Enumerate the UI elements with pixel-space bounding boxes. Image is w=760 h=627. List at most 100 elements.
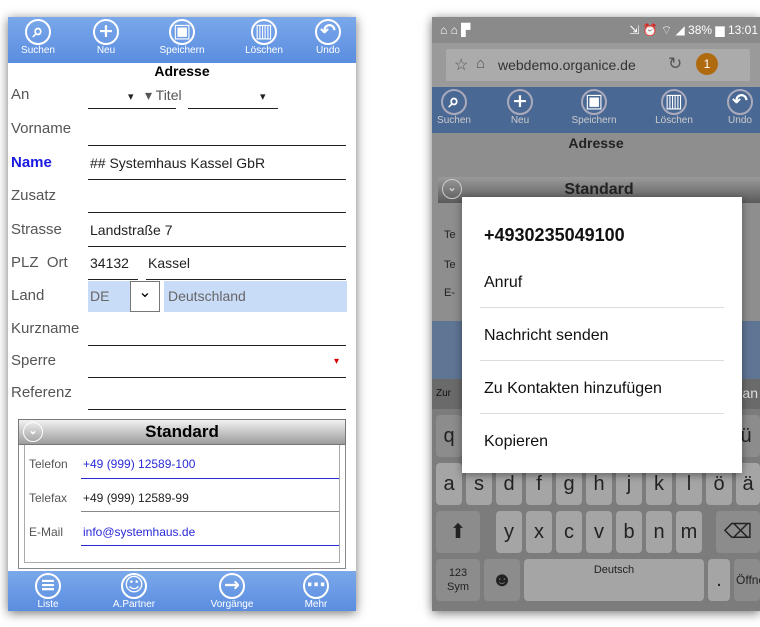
notification-badge[interactable]: 1: [696, 53, 718, 75]
arrow-right-icon: →: [219, 573, 245, 599]
more-button[interactable]: ⋯ Mehr: [288, 573, 344, 611]
plz-ort-label: PLZ Ort: [11, 254, 68, 271]
key[interactable]: b: [616, 511, 642, 553]
field-underline: [88, 246, 346, 247]
reload-icon[interactable]: ↻: [668, 54, 682, 74]
save-button: ▣ Speichern: [566, 89, 622, 127]
add-to-contacts-option[interactable]: Zu Kontakten hinzufügen: [484, 380, 662, 398]
key[interactable]: x: [526, 511, 552, 553]
peek-text: an: [742, 385, 758, 401]
plus-icon: +: [93, 19, 119, 45]
dimmed-toolbar: ⌕ Suchen + Neu ▣ Speichern ▥ Löschen ↶ Undo: [432, 87, 760, 133]
an-row: An ▾ ▾ Titel ▾: [8, 80, 356, 112]
telefon-link[interactable]: +49 (999) 12589-100: [83, 457, 195, 471]
enter-key[interactable]: Öffnen: [734, 559, 760, 601]
search-button[interactable]: ⌕ Suchen: [10, 19, 66, 57]
peek-text: E-: [444, 287, 455, 299]
divider: [480, 360, 724, 361]
peek-text: Te: [444, 259, 456, 271]
land-code-field[interactable]: DE: [88, 281, 130, 312]
dialog-phone-number: +4930235049100: [484, 225, 625, 245]
send-message-option[interactable]: Nachricht senden: [484, 327, 609, 345]
trash-icon: ▥: [251, 19, 277, 45]
status-bar: ⌂ ⌂ ▛ ⇲ ⏰ ⌔ ◢ 38% ▆ 13:01: [432, 17, 760, 43]
key[interactable]: c: [556, 511, 582, 553]
referenz-row: Referenz: [8, 378, 356, 410]
an-select[interactable]: ▾: [128, 90, 134, 103]
shift-key[interactable]: ⬆: [436, 511, 480, 553]
toolbar-label: Speichern: [159, 45, 205, 56]
toolbar-label: Neu: [96, 45, 116, 56]
key[interactable]: q: [436, 415, 462, 457]
star-icon[interactable]: ☆: [454, 55, 468, 75]
ort-underline: [146, 279, 346, 280]
ort-input[interactable]: Kassel: [148, 255, 190, 271]
toolbar-label: Neu: [510, 115, 530, 126]
zusatz-label: Zusatz: [11, 187, 57, 204]
an-underline: [88, 108, 176, 109]
url-box[interactable]: ☆ ⌂ webdemo.organice.de ↻ 1: [446, 49, 750, 81]
url-text[interactable]: webdemo.organice.de: [498, 57, 636, 73]
titel-select[interactable]: ▾ Titel: [145, 87, 182, 104]
undo-icon: ↶: [727, 89, 753, 115]
email-link[interactable]: info@systemhaus.de: [83, 525, 195, 539]
key[interactable]: m: [676, 511, 702, 553]
telefax-value[interactable]: +49 (999) 12589-99: [83, 491, 189, 505]
field-underline: [88, 212, 346, 213]
standard-section-header[interactable]: ⌄ Standard: [18, 419, 346, 445]
partner-button[interactable]: ☺ A.Partner: [106, 573, 162, 611]
divider: [480, 413, 724, 414]
list-button[interactable]: ≡ Liste: [20, 573, 76, 611]
delete-button: ▥ Löschen: [646, 89, 702, 127]
partner-icon: ☺: [121, 573, 147, 599]
search-button: ⌕ Suchen: [432, 89, 482, 127]
undo-button[interactable]: ↶ Undo: [300, 19, 356, 57]
left-phone-screen: ⌕ Suchen + Neu ▣ Speichern ▥ Löschen ↶ Undo A…: [8, 17, 356, 611]
email-underline: [81, 545, 339, 546]
chevron-down-icon: ⌄: [442, 179, 462, 199]
divider: [480, 307, 724, 308]
plz-input[interactable]: 34132: [90, 255, 129, 271]
save-button[interactable]: ▣ Speichern: [154, 19, 210, 57]
status-icons-right: ⇲ ⏰ ⌔ ◢ 38% ▆ 13:01: [629, 23, 758, 37]
land-name-field[interactable]: Deutschland: [164, 281, 347, 312]
more-icon: ⋯: [303, 573, 329, 599]
toolbar-label: Löschen: [655, 115, 693, 126]
search-icon: ⌕: [441, 89, 467, 115]
telefax-label: Telefax: [29, 491, 68, 505]
sperre-row: Sperre ▾: [8, 346, 356, 378]
copy-option[interactable]: Kopieren: [484, 433, 548, 451]
key[interactable]: v: [586, 511, 612, 553]
land-code: DE: [90, 288, 110, 304]
toolbar-label: Liste: [37, 599, 59, 610]
key[interactable]: y: [496, 511, 522, 553]
list-icon: ≡: [35, 573, 61, 599]
referenz-label: Referenz: [11, 384, 72, 401]
peek-text: Zur: [436, 388, 451, 399]
backspace-key[interactable]: ⌫: [716, 511, 760, 553]
key[interactable]: n: [646, 511, 672, 553]
new-button[interactable]: + Neu: [78, 19, 134, 57]
period-key[interactable]: .: [708, 559, 730, 601]
zusatz-row: Zusatz: [8, 181, 356, 213]
page-title: Adresse: [568, 135, 624, 151]
symbols-key[interactable]: 123 Sym: [436, 559, 480, 601]
vorgaenge-button[interactable]: → Vorgänge: [204, 573, 260, 611]
name-row: Name ## Systemhaus Kassel GbR: [8, 148, 356, 180]
search-icon: ⌕: [25, 19, 51, 45]
kurzname-row: Kurzname: [8, 314, 356, 346]
chevron-down-icon[interactable]: ⌄: [130, 281, 160, 312]
right-phone-screen: ⌂ ⌂ ▛ ⇲ ⏰ ⌔ ◢ 38% ▆ 13:01 ☆ ⌂ webdemo.or…: [432, 17, 760, 611]
chevron-down-icon: ⌄: [23, 422, 43, 442]
call-option[interactable]: Anruf: [484, 274, 522, 292]
name-input[interactable]: ## Systemhaus Kassel GbR: [90, 155, 265, 171]
toolbar-label: Löschen: [245, 45, 283, 56]
an-label: An: [11, 86, 30, 103]
space-key[interactable]: Deutsch: [524, 559, 704, 601]
delete-button[interactable]: ▥ Löschen: [236, 19, 292, 57]
key[interactable]: a: [436, 463, 462, 505]
emoji-key[interactable]: ☻: [484, 559, 520, 601]
strasse-input[interactable]: Landstraße 7: [90, 222, 173, 238]
strasse-label: Strasse: [11, 221, 62, 238]
standard-section-body: Telefon +49 (999) 12589-100 Telefax +49 …: [18, 445, 346, 569]
